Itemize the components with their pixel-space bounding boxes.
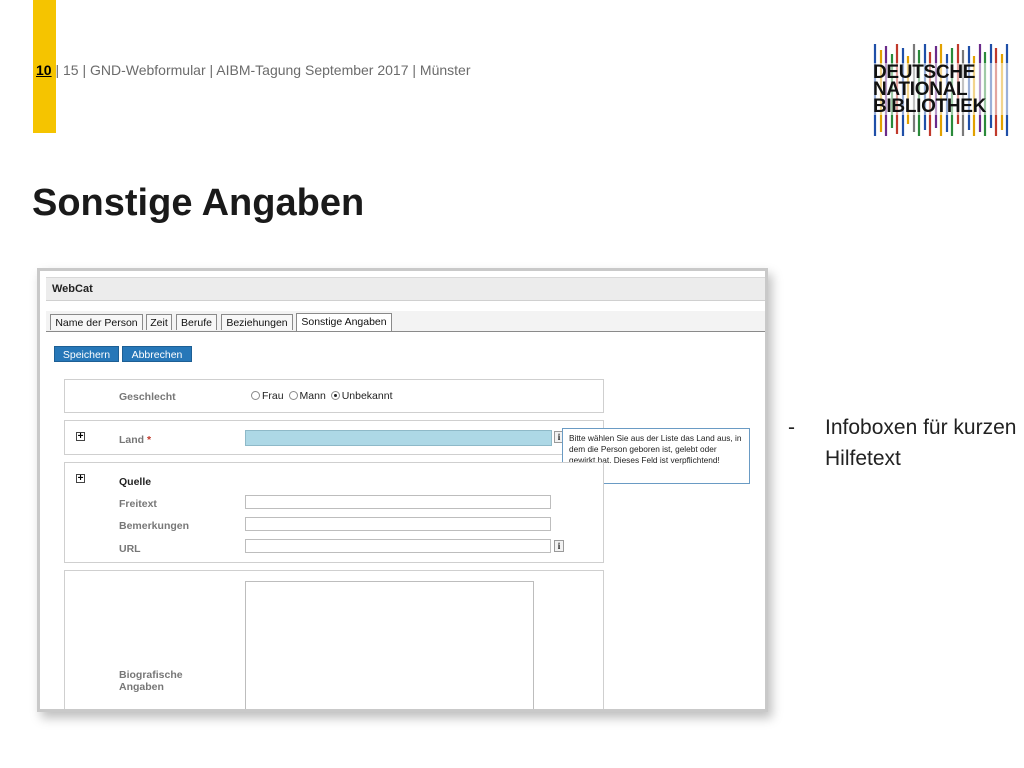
app-title-bar: WebCat [46, 277, 765, 301]
radio-mann[interactable] [288, 390, 298, 400]
save-button[interactable]: Speichern [54, 346, 119, 362]
radio-unbekannt-label: Unbekannt [341, 390, 393, 402]
land-input[interactable] [245, 430, 552, 446]
header-meta: | 15 | GND-Webformular | AIBM-Tagung Sep… [55, 62, 471, 78]
tab-name-der-person[interactable]: Name der Person [50, 314, 143, 330]
freitext-label: Freitext [119, 498, 157, 510]
geschlecht-label: Geschlecht [119, 391, 176, 403]
cancel-button[interactable]: Abbrechen [122, 346, 192, 362]
biografische-textarea[interactable] [245, 581, 534, 709]
required-marker: * [147, 434, 152, 446]
side-note-text: Infoboxen für kurzen Hilfetext [825, 416, 1017, 470]
webcat-screenshot: WebCat Name der Person Zeit Berufe Bezie… [37, 268, 768, 712]
geschlecht-radio-group: Frau Mann Unbekannt [249, 390, 393, 402]
page-number: 10 [36, 62, 52, 78]
url-input[interactable] [245, 539, 551, 553]
slide-header: 10 | 15 | GND-Webformular | AIBM-Tagung … [36, 62, 471, 78]
tab-sonstige-angaben[interactable]: Sonstige Angaben [296, 313, 392, 331]
expand-icon[interactable]: + [76, 474, 85, 484]
biografische-label: Biografische Angaben [119, 669, 183, 693]
url-label: URL [119, 543, 141, 555]
radio-mann-label: Mann [299, 390, 326, 402]
section-geschlecht: Geschlecht Frau Mann Unbekannt [64, 379, 604, 413]
tab-zeit[interactable]: Zeit [146, 314, 172, 330]
tab-strip: Name der Person Zeit Berufe Beziehungen … [46, 311, 765, 332]
quelle-label: Quelle [119, 476, 152, 488]
info-icon[interactable]: i [554, 540, 564, 552]
freitext-input[interactable] [245, 495, 551, 509]
bullet-dash: - [788, 416, 795, 439]
page-title: Sonstige Angaben [32, 182, 365, 224]
expand-icon[interactable]: + [76, 432, 85, 442]
section-biografische-angaben: Biografische Angaben [64, 570, 604, 709]
radio-frau-label: Frau [262, 390, 284, 402]
bemerkungen-label: Bemerkungen [119, 520, 190, 532]
logo-wordmark: DEUTSCHE NATIONAL BIBLIOTHEK [873, 62, 987, 117]
section-land: + Land * i [64, 420, 604, 455]
radio-unbekannt[interactable] [330, 390, 340, 400]
radio-frau[interactable] [251, 390, 260, 400]
tab-beziehungen[interactable]: Beziehungen [221, 314, 293, 330]
bemerkungen-input[interactable] [245, 517, 551, 531]
land-label: Land * [119, 434, 152, 446]
section-quelle: + Quelle Freitext Bemerkungen URL i [64, 462, 604, 563]
tab-berufe[interactable]: Berufe [176, 314, 217, 330]
dnb-logo: DEUTSCHE NATIONAL BIBLIOTHEK [873, 44, 1013, 136]
